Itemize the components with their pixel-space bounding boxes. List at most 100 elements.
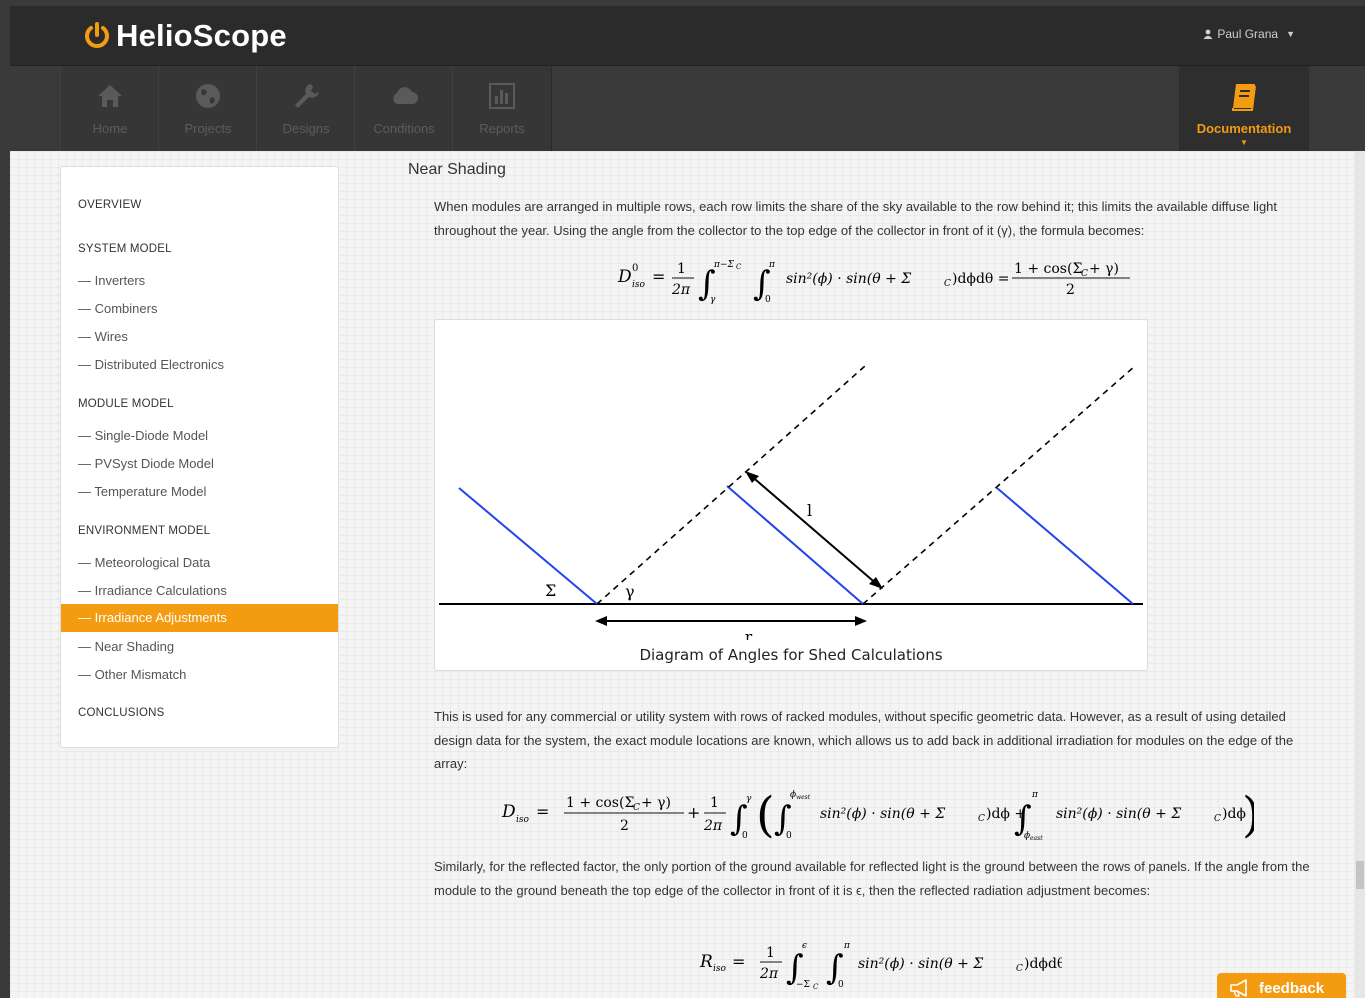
power-icon	[85, 22, 109, 48]
sidebar-conclusions[interactable]: CONCLUSIONS	[78, 707, 165, 719]
module-row-3	[996, 487, 1134, 605]
f2-f2-den: 2π	[703, 818, 723, 834]
sidebar-item-inverters[interactable]: — Inverters	[78, 273, 145, 288]
f1-frac-den: 2π	[671, 282, 691, 298]
f3-integrand-sub: C	[1016, 964, 1023, 974]
ray-1	[596, 365, 866, 605]
f2-term-a: sin²(ϕ) · sin(θ + Σ	[820, 806, 945, 822]
f2-term-a-sub: C	[978, 814, 985, 824]
f3-frac-den: 2π	[759, 966, 779, 982]
f2-paren-open: (	[756, 787, 775, 843]
f2-f1-num: 1 + cos(Σ	[566, 795, 634, 811]
sidebar-item-pvsyst-diode[interactable]: — PVSyst Diode Model	[78, 456, 214, 471]
sidebar-overview[interactable]: OVERVIEW	[78, 199, 141, 211]
top-bar: HelioScope Paul Grana ▼	[10, 6, 1365, 65]
f2-plus: +	[687, 803, 700, 822]
f2-int-outer-upper: γ	[746, 794, 752, 804]
ray-2	[862, 365, 1136, 605]
f2-f2-num: 1	[710, 795, 719, 811]
f1-integrand-sub: C	[944, 279, 951, 289]
f3-int2-lower: 0	[838, 980, 844, 990]
feedback-button[interactable]: feedback	[1217, 973, 1346, 998]
formula-reflected-radiation: R iso = 1 2π ∫ ϵ −Σ C ∫ π 0 sin²(ϕ) · si…	[699, 941, 1062, 991]
sidebar-environment-model[interactable]: ENVIRONMENT MODEL	[78, 525, 210, 537]
paragraph-1: When modules are arranged in multiple ro…	[434, 199, 1278, 238]
sidebar-item-near-shading[interactable]: — Near Shading	[78, 639, 174, 654]
nav-home-label: Home	[92, 121, 128, 136]
f3-int1-lower-sub: C	[813, 983, 819, 991]
f3-integrand-end: )dϕdθ	[1024, 956, 1062, 972]
book-icon	[1232, 84, 1256, 111]
f3-integrand: sin²(ϕ) · sin(θ + Σ	[858, 956, 983, 972]
paragraph-2: This is used for any commercial or utili…	[434, 709, 1294, 771]
f2-term-b-sub: C	[1214, 814, 1221, 824]
f2-f1-den: 2	[620, 818, 629, 834]
caret-down-icon: ▼	[1240, 138, 1248, 147]
module-row-1	[458, 487, 598, 605]
f1-integrand-end: )dϕdθ =	[952, 271, 1010, 287]
nav-projects[interactable]: Projects	[158, 66, 258, 152]
user-icon	[1203, 29, 1213, 39]
f2-int-b-lower-sub: east	[1030, 835, 1043, 842]
user-name: Paul Grana	[1217, 27, 1279, 41]
nav-documentation[interactable]: Documentation ▼	[1179, 66, 1309, 152]
figure-caption: Diagram of Angles for Shed Calculations	[639, 646, 943, 664]
sidebar-item-other-mismatch[interactable]: — Other Mismatch	[78, 667, 186, 682]
f3-frac-num: 1	[766, 945, 775, 961]
f3-int1-lower: −Σ	[796, 980, 810, 990]
doc-sidebar: OVERVIEW SYSTEM MODEL — Inverters — Comb…	[60, 166, 339, 748]
nav-documentation-label: Documentation	[1196, 121, 1292, 136]
sidebar-item-combiners[interactable]: — Combiners	[78, 301, 157, 316]
f1-frac-num: 1	[677, 261, 686, 277]
f2-int-a-lower: 0	[786, 831, 792, 841]
f2-int-a-upper-sub: west	[796, 794, 811, 801]
brand-logo[interactable]: HelioScope	[82, 16, 287, 56]
paragraph-3: Similarly, for the reflected factor, the…	[434, 859, 1310, 898]
sidebar-item-wires[interactable]: — Wires	[78, 329, 128, 344]
sidebar-item-meteorological[interactable]: — Meteorological Data	[78, 555, 210, 570]
module-row-2	[726, 485, 864, 605]
sidebar-item-temperature[interactable]: — Temperature Model	[78, 484, 206, 499]
user-menu[interactable]: Paul Grana ▼	[1203, 27, 1295, 41]
nav-home[interactable]: Home	[60, 66, 160, 152]
f3-eq: =	[732, 952, 745, 971]
formula-edge-irradiation: D iso = 1 + cos(Σ C + γ) 2 + 1 2π ∫ γ 0 …	[501, 787, 1254, 843]
f1-rhs-den: 2	[1066, 282, 1075, 298]
bar-chart-icon	[489, 83, 515, 109]
label-gamma: γ	[625, 582, 635, 601]
f1-eq: =	[652, 267, 665, 286]
nav-designs[interactable]: Designs	[256, 66, 356, 152]
f1-rhs-num-end: + γ)	[1089, 261, 1119, 277]
f1-int1-upper-sub: C	[736, 263, 742, 271]
label-sigma: Σ	[545, 581, 556, 600]
f1-lhs-sub: iso	[632, 280, 645, 290]
f1-int2-upper: π	[768, 260, 776, 270]
f1-rhs-num: 1 + cos(Σ	[1014, 261, 1082, 277]
f3-int1-upper: ϵ	[802, 941, 807, 951]
home-icon	[98, 85, 122, 107]
length-arrow	[748, 473, 880, 587]
sidebar-item-irradiance-adjustments[interactable]: — Irradiance Adjustments	[61, 604, 338, 632]
chevron-down-icon: ▼	[1286, 29, 1295, 39]
formula-diffuse-near-shading: D 0 iso = 1 2π ∫ π−Σ C γ ∫ π 0 sin²(ϕ) ·…	[617, 260, 1130, 305]
sidebar-module-model[interactable]: MODULE MODEL	[78, 398, 174, 410]
page-scrollbar-thumb[interactable]	[1356, 861, 1364, 889]
f2-term-b: sin²(ϕ) · sin(θ + Σ	[1056, 806, 1181, 822]
sidebar-item-single-diode[interactable]: — Single-Diode Model	[78, 428, 208, 443]
shed-angles-figure: Σ γ l r Diagram of Angles for Shed Calcu…	[434, 319, 1148, 671]
f2-eq: =	[536, 802, 549, 821]
nav-reports[interactable]: Reports	[452, 66, 552, 152]
f2-lhs-sub: iso	[516, 815, 529, 825]
label-r: r	[745, 628, 753, 640]
f2-f1-num-sub: C	[633, 803, 640, 813]
sidebar-item-irradiance-calculations[interactable]: — Irradiance Calculations	[78, 583, 227, 598]
f1-lhs-sup: 0	[632, 263, 638, 274]
sidebar-item-distributed-electronics[interactable]: — Distributed Electronics	[78, 357, 224, 372]
f1-lhs: D	[617, 267, 632, 287]
brand-name: HelioScope	[116, 18, 287, 53]
megaphone-icon	[1230, 979, 1247, 997]
nav-conditions[interactable]: Conditions	[354, 66, 454, 152]
f3-int2-upper: π	[843, 941, 851, 951]
sidebar-system-model[interactable]: SYSTEM MODEL	[78, 243, 172, 255]
content-area: OVERVIEW SYSTEM MODEL — Inverters — Comb…	[10, 151, 1365, 998]
